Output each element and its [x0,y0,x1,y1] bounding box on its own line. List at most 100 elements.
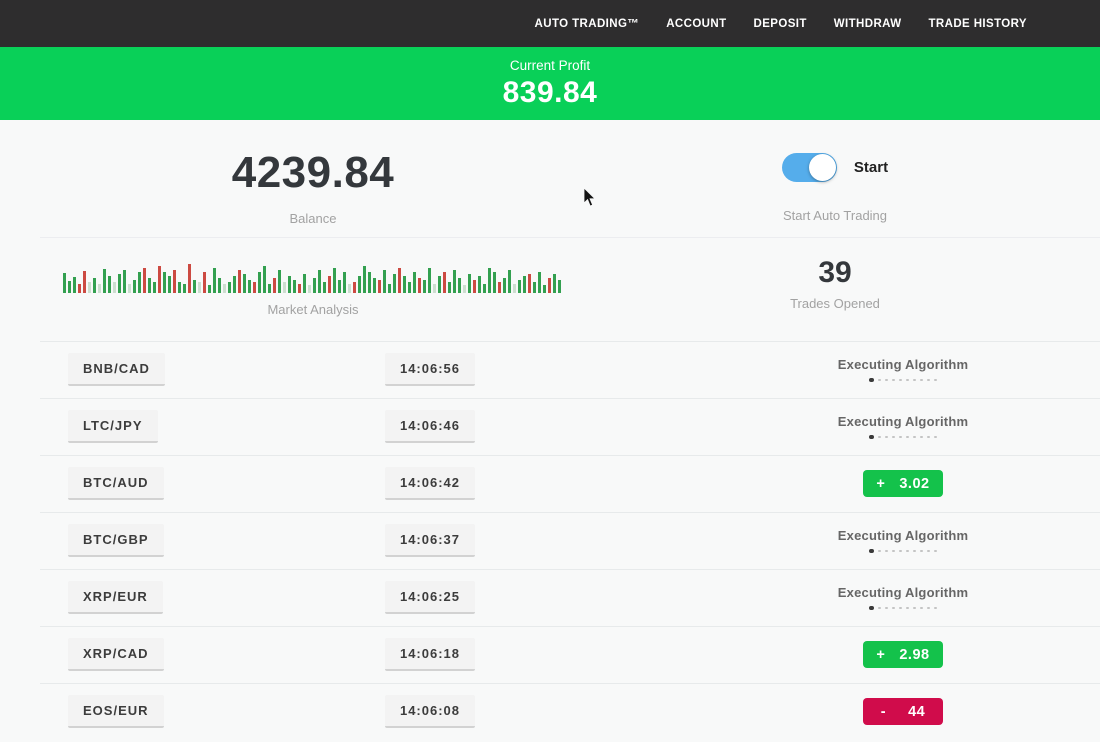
candle-bar [143,268,146,293]
progress-dot [869,378,874,383]
candle-bar [293,280,296,293]
candle-bar [193,280,196,293]
trades-opened-label: Trades Opened [790,296,880,311]
candle-bar [468,274,471,293]
candle-bar [513,284,516,293]
balance-value: 4239.84 [232,120,395,198]
status-cell: Executing Algorithm [778,414,1028,440]
progress-dot [920,379,923,382]
nav-link-account[interactable]: ACCOUNT [666,18,726,30]
candle-bar [483,284,486,293]
market-analysis-label: Market Analysis [267,302,358,317]
candle-bar [168,276,171,293]
candle-bar [403,276,406,293]
candle-bar [353,282,356,293]
progress-dot [885,607,888,610]
candle-bar [523,276,526,293]
candle-bar [238,270,241,293]
candle-bar [343,272,346,293]
progress-dot [878,550,881,553]
candle-bar [458,278,461,293]
pair-cell: BTC/GBP [0,524,340,557]
pair-cell: BNB/CAD [0,353,340,386]
progress-dot [899,550,902,553]
candle-bar [278,270,281,293]
progress-dot [906,379,909,382]
candle-bar [98,284,101,293]
navbar-links: AUTO TRADING™ ACCOUNT DEPOSIT WITHDRAW TRADE… [535,18,1027,30]
candle-bar [118,274,121,293]
candle-bar [108,276,111,293]
candle-bar [378,280,381,293]
progress-dot [913,550,916,553]
status-cell: + 2.98 [778,641,1028,668]
candle-bar [268,284,271,293]
status-cell: + 3.02 [778,470,1028,497]
market-section: Market Analysis 39 Trades Opened [0,238,1100,341]
candle-bar [263,266,266,293]
profit-banner-label: Current Profit [510,58,590,73]
candle-bar [503,278,506,293]
status-executing: Executing Algorithm [838,414,968,440]
status-cell: Executing Algorithm [778,357,1028,383]
candle-bar [313,278,316,293]
candle-bar [433,284,436,293]
progress-dot [869,435,874,440]
candle-bar [408,282,411,293]
profit-banner-value: 839.84 [503,76,598,110]
candle-bar [248,280,251,293]
nav-link-withdraw[interactable]: WITHDRAW [834,18,902,30]
candle-bar [228,282,231,293]
progress-dot [920,607,923,610]
progress-dot [920,436,923,439]
candle-bar [233,276,236,293]
candle-bar [63,273,66,293]
candle-bar [103,269,106,293]
pair-cell: XRP/EUR [0,581,340,614]
nav-link-trade-history[interactable]: TRADE HISTORY [929,18,1028,30]
progress-dots [869,378,937,383]
progress-dot [869,549,874,554]
progress-dot [927,607,930,610]
status-label: Executing Algorithm [838,528,968,543]
status-cell: - 44 [778,698,1028,725]
time-tag: 14:06:25 [385,581,475,614]
candle-bar [493,272,496,293]
time-cell: 14:06:56 [340,353,520,386]
result-value: 2.98 [899,647,929,663]
candle-bar [368,272,371,293]
balance-block: 4239.84 Balance [0,120,626,237]
candle-bar [398,268,401,293]
candle-bar [318,270,321,293]
candle-bar [148,278,151,293]
progress-dot [906,436,909,439]
nav-link-auto-trading[interactable]: AUTO TRADING™ [535,18,640,30]
auto-trading-toggle[interactable] [782,153,837,182]
candle-bar [448,282,451,293]
candle-bar [518,280,521,293]
candle-bar [348,284,351,293]
candle-bar [473,280,476,293]
progress-dot [913,436,916,439]
candle-bar [298,284,301,293]
candle-bar [288,276,291,293]
balance-label: Balance [290,211,337,226]
trades-opened-count: 39 [818,238,851,290]
candle-bar [373,278,376,293]
candle-bar [173,270,176,293]
candle-bar [338,280,341,293]
candle-bar [123,270,126,293]
candle-bar [453,270,456,293]
progress-dot [934,379,937,382]
progress-dot [869,606,874,611]
progress-dot [920,550,923,553]
candle-bar [283,282,286,293]
pair-cell: XRP/CAD [0,638,340,671]
progress-dot [899,379,902,382]
pair-cell: EOS/EUR [0,695,340,728]
trades-list: BNB/CAD 14:06:56 Executing Algorithm LTC… [0,341,1100,740]
nav-link-deposit[interactable]: DEPOSIT [754,18,807,30]
candle-bar [528,274,531,293]
result-sign: - [881,704,886,720]
time-tag: 14:06:56 [385,353,475,386]
